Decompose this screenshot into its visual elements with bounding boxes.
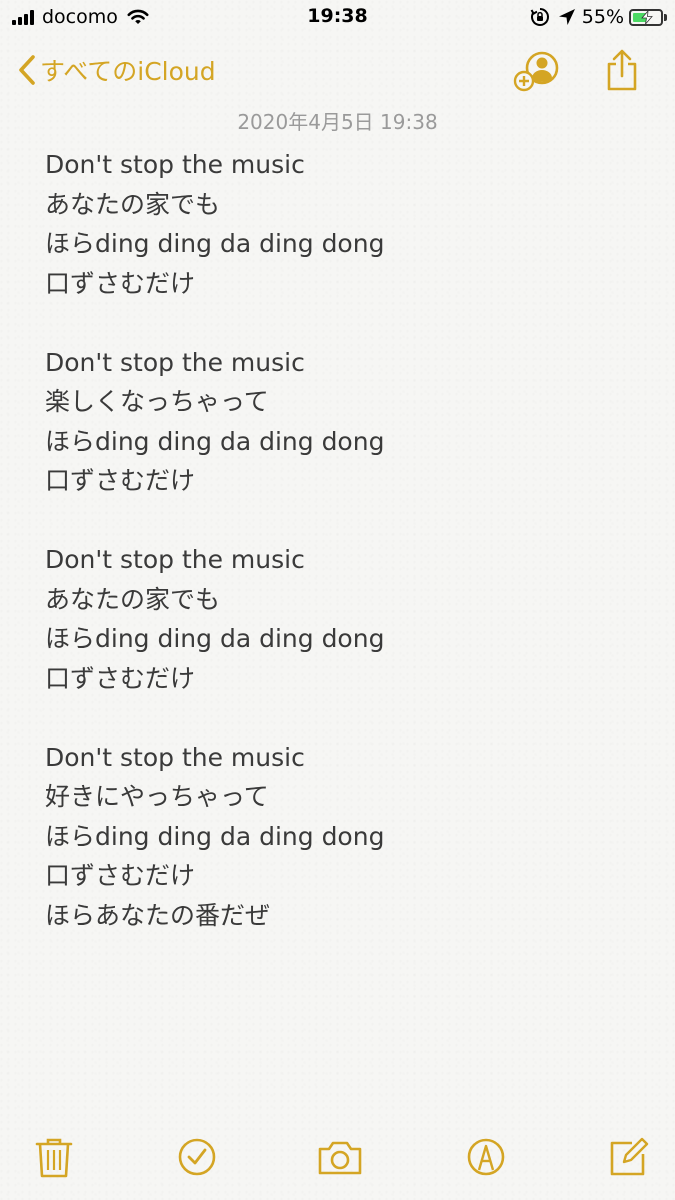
note-blank-line [45,501,645,541]
compose-icon[interactable] [606,1134,652,1180]
note-blank-line [45,698,645,738]
chevron-left-icon [19,55,35,85]
note-line: ほらあなたの番だぜ [45,900,271,930]
note-date: 2020年4月5日 19:38 [237,110,438,134]
note-blank-line [45,303,645,343]
note-line: ほらding ding da ding dong [45,821,385,851]
checklist-icon[interactable] [174,1134,220,1180]
rotation-lock-icon [530,8,549,26]
note-line: ほらding ding da ding dong [45,426,385,456]
status-bar: docomo 19:38 55% [0,0,675,36]
battery-tip [664,13,667,21]
charging-bolt-icon [641,10,653,24]
markup-icon[interactable] [463,1134,509,1180]
note-line: Don't stop the music [45,545,305,574]
note-line: 口ずさむだけ [45,268,196,298]
note-body[interactable]: Don't stop the music あなたの家でも ほらding ding d… [45,145,645,935]
note-line: 好きにやっちゃって [45,782,269,811]
trash-icon[interactable] [31,1134,77,1180]
nav-bar: すべてのiCloud [0,42,675,98]
note-line: Don't stop the music [45,347,305,377]
camera-icon[interactable] [317,1134,363,1180]
note-line: 口ずさむだけ [45,663,196,693]
status-right: 55% [530,5,667,29]
note-line: 口ずさむだけ [45,466,196,495]
add-person-icon[interactable] [513,48,561,92]
note-line: Don't stop the music [45,150,305,179]
battery-icon [629,8,663,26]
note-line: あなたの家でも [45,584,221,614]
note-line: ほらding ding da ding dong [45,624,385,653]
bottom-toolbar [0,1124,675,1200]
note-line: Don't stop the music [45,742,305,772]
note-line: 楽しくなっちゃって [45,387,269,416]
battery-percent: 55% [581,6,624,28]
note-line: 口ずさむだけ [45,861,196,890]
note-line: ほらding ding da ding dong [45,229,385,258]
location-icon [558,9,575,25]
note-line: あなたの家でも [45,189,221,219]
back-label: すべてのiCloud [40,57,216,86]
back-button[interactable]: すべてのiCloud [18,50,216,90]
share-icon[interactable] [604,48,640,92]
